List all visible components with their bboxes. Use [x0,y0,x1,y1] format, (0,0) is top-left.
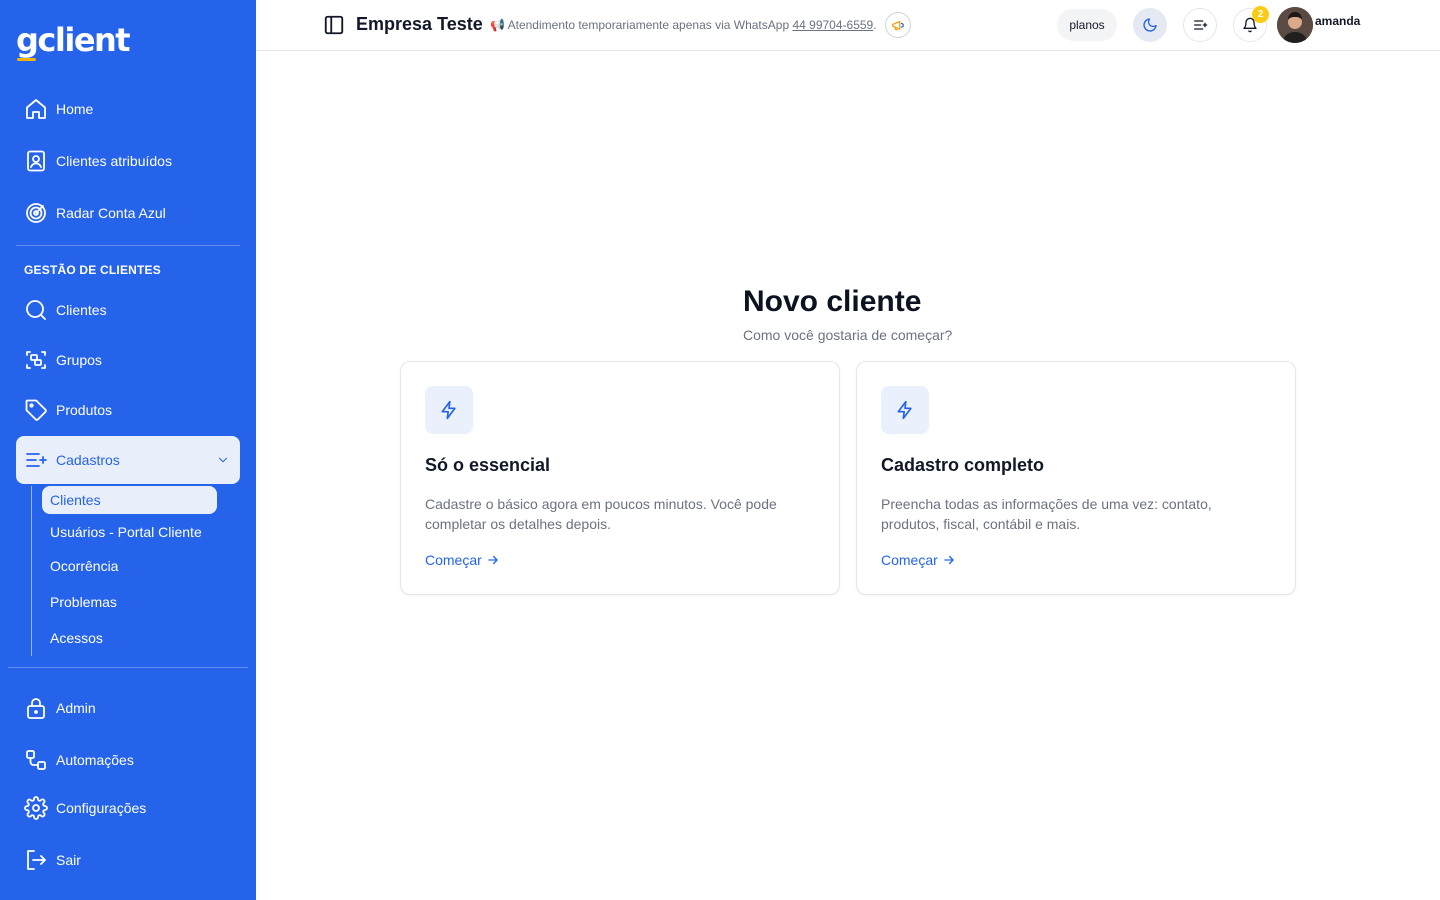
logo-g: g [16,21,39,59]
top-bar: Empresa Teste 📢 Atendimento temporariame… [256,0,1440,51]
logo-text: client [37,21,130,59]
group-icon [26,351,46,369]
lightning-icon [441,400,456,420]
notice-end: . [873,18,877,32]
sidebar-item-sair[interactable]: Sair [16,840,240,880]
page-title: Novo cliente [743,285,922,318]
username[interactable]: amanda [1315,14,1360,28]
sidebar-item-label: Admin [56,700,96,716]
user-avatar-icon [1277,7,1313,43]
link-label: Começar [425,552,482,568]
sidebar-item-label: Cadastros [56,452,120,468]
theme-toggle-button[interactable] [1133,8,1167,42]
arrow-right-icon [944,555,954,565]
logout-icon [27,850,46,870]
sidebar-item-clientes-atribuidos[interactable]: Clientes atribuídos [16,141,240,181]
lock-icon [27,698,45,719]
subnav-item-problemas[interactable]: Problemas [42,588,217,616]
sidebar-item-label: Produtos [56,402,113,418]
notification-count-badge: 2 [1252,6,1269,23]
sidebar-divider [16,245,240,246]
tag-icon [25,399,47,421]
sidebar-item-home[interactable]: Home [16,89,240,129]
option-card-essencial[interactable]: Só o essencial Cadastre o básico agora e… [400,361,840,595]
subnav-item-ocorrencia[interactable]: Ocorrência [42,552,217,580]
subnav-line [31,486,32,656]
card-description: Preencha todas as informações de uma vez… [881,496,1212,532]
header-notice: 📢 Atendimento temporariamente apenas via… [490,18,877,32]
icon-box [425,386,473,434]
sidebar-item-cadastros[interactable]: Cadastros [16,436,240,484]
chevron-down-icon [218,457,228,463]
sidebar-item-label: Home [56,101,94,117]
sidebar-item-admin[interactable]: Admin [16,688,240,728]
radar-icon [26,203,46,223]
list-plus-icon [1194,20,1208,30]
page-subtitle: Como você gostaria de começar? [743,327,953,343]
megaphone-icon [892,20,904,31]
sidebar-item-grupos[interactable]: Grupos [16,340,240,380]
notifications-button[interactable]: 2 [1233,6,1269,42]
subnav-item-clientes[interactable]: Clientes [42,486,217,514]
avatar[interactable] [1277,7,1313,43]
card-title: Só o essencial [425,455,551,475]
card-title: Cadastro completo [881,455,1045,475]
sidebar-item-label: Automações [56,752,134,768]
gclient-logo[interactable]: gclient [16,21,131,59]
sidebar-item-label: Radar Conta Azul [56,205,166,221]
moon-icon [1143,18,1157,32]
card-description: Cadastre o básico agora em poucos minuto… [425,496,777,532]
link-label: Começar [881,552,938,568]
task-list-button[interactable] [1183,8,1217,42]
sidebar-item-label: Grupos [56,352,102,368]
sidebar-item-label: Sair [56,852,81,868]
sidebar-item-clientes[interactable]: Clientes [16,290,240,330]
list-add-icon [26,453,47,467]
sidebar-item-automacoes[interactable]: Automações [16,740,240,780]
megaphone-emoji-icon: 📢 [490,18,505,32]
sidebar-item-label: Configurações [56,800,147,816]
sidebar-item-radar-conta-azul[interactable]: Radar Conta Azul [16,193,240,233]
comecar-link[interactable]: Começar [425,552,500,568]
comecar-link[interactable]: Começar [881,552,956,568]
section-title-gestao: GESTÃO DE CLIENTES [24,263,161,277]
sidebar-item-label: Clientes [56,302,107,318]
gear-icon [24,796,48,820]
subnav-item-usuarios-portal[interactable]: Usuários - Portal Cliente [42,518,217,546]
announcement-button[interactable] [885,12,911,38]
company-name: Empresa Teste [356,14,483,34]
lightning-icon [897,400,912,420]
sidebar-toggle-icon[interactable] [323,14,345,36]
sidebar-item-configuracoes[interactable]: Configurações [16,788,240,828]
arrow-right-icon [488,555,498,565]
workflow-icon [26,750,46,770]
subnav-item-acessos[interactable]: Acessos [42,624,217,652]
icon-box [881,386,929,434]
notice-text: Atendimento temporariamente apenas via W… [507,18,790,32]
sidebar: gclient Home Clientes atribuídos Radar C… [0,0,256,900]
notice-phone-link[interactable]: 44 99704-6559 [792,18,873,32]
sidebar-item-produtos[interactable]: Produtos [16,390,240,430]
sidebar-item-label: Clientes atribuídos [56,153,172,169]
home-icon [26,99,46,119]
contact-book-icon [27,150,45,172]
option-card-completo[interactable]: Cadastro completo Preencha todas as info… [856,361,1296,595]
planos-button[interactable]: planos [1057,9,1117,41]
search-icon [26,300,46,320]
sidebar-divider [8,667,248,668]
